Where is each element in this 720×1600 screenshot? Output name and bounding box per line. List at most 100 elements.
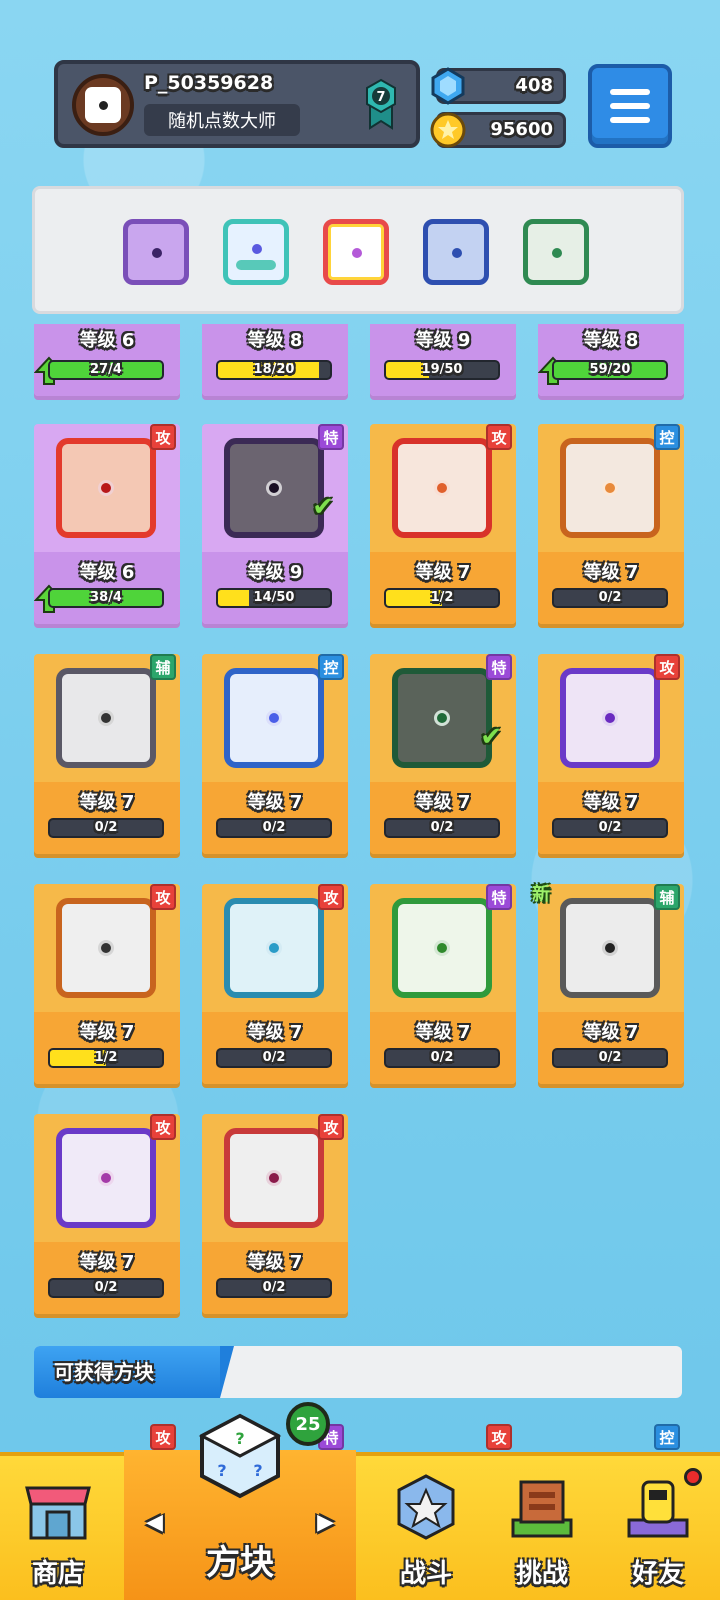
dice-card[interactable]: 等级 9 19/50 [370,324,516,396]
progress-bar: 1/2 [48,1048,164,1068]
card-level: 等级 6 [79,562,135,583]
nav-friends[interactable]: 好友 [600,1456,716,1600]
nav-shop[interactable]: 商店 [0,1456,116,1600]
card-level: 等级 6 [79,330,135,351]
dice-card[interactable]: 新 辅 等级 7 0/2 [532,884,684,1084]
dice-card[interactable]: 攻 等级 7 0/2 [202,884,348,1084]
progress-bar: 59/20 [552,360,668,380]
progress-bar: 0/2 [216,1048,332,1068]
card-level: 等级 7 [415,562,471,583]
progress-bar: 0/2 [216,1278,332,1298]
special-tag: 特 [318,424,344,450]
gem-count: 408 [515,75,553,96]
progress-bar: 18/20 [216,360,332,380]
dice-count-badge: 25 [286,1402,330,1446]
progress-bar: 27/4 [48,360,164,380]
card-level: 等级 7 [247,1022,303,1043]
sawblade-dice-art [224,1128,324,1228]
progress-bar: 0/2 [552,1048,668,1068]
card-level: 等级 7 [247,1252,303,1273]
whirlpool-dice-art [224,898,324,998]
menu-line-icon [610,117,650,123]
rank-ribbon-icon[interactable]: 7 [364,78,398,130]
coin-counter[interactable]: 95600 [430,112,566,148]
progress-bar: 0/2 [384,818,500,838]
card-level: 等级 7 [583,1022,639,1043]
support-tag: 辅 [150,654,176,680]
attack-tag: 攻 [486,1424,512,1450]
dice-card[interactable]: 攻 等级 6 38/4 [34,424,180,624]
avatar[interactable] [72,74,134,136]
nav-friends-label: 好友 [631,1559,684,1589]
dice-card[interactable]: 特 等级 7 0/2 [370,884,516,1084]
dice-card[interactable]: 攻 等级 7 0/2 [538,654,684,854]
card-level: 等级 7 [79,1022,135,1043]
dice-card[interactable]: 攻 等级 7 1/2 [34,884,180,1084]
menu-line-icon [610,103,650,109]
prev-arrow-icon[interactable]: ◀ [146,1510,163,1535]
menu-button[interactable] [588,64,672,148]
sand-dice-art [560,438,660,538]
player-title: 随机点数大师 [144,104,300,136]
nav-dice-label: 方块 [206,1543,274,1583]
notification-dot [684,1468,702,1486]
clock-dice-art [560,898,660,998]
nav-challenge-label: 挑战 [515,1559,568,1589]
obtainable-label: 可获得方块 [34,1346,234,1398]
dice-card[interactable]: 控 等级 7 0/2 [202,654,348,854]
next-arrow-icon[interactable]: ▶ [317,1510,334,1535]
nav-battle[interactable]: 战斗 [368,1456,484,1600]
dice-card[interactable]: 辅 等级 7 0/2 [34,654,180,854]
star-dice-art [56,1128,156,1228]
progress-bar: 38/4 [48,588,164,608]
special-tag: 特 [486,884,512,910]
deck-slot-rainbow-dice[interactable] [323,219,389,285]
card-level: 等级 8 [583,330,639,351]
control-tag: 控 [654,1424,680,1450]
svg-text:7: 7 [376,90,385,105]
nav-challenge[interactable]: 挑战 [484,1456,600,1600]
attack-tag: 攻 [318,1114,344,1140]
deck-slot-gear-dice[interactable] [423,219,489,285]
attack-tag: 攻 [486,424,512,450]
card-level: 等级 7 [79,792,135,813]
attack-tag: 攻 [150,424,176,450]
card-level: 等级 7 [583,792,639,813]
deck-slot-green-dragon-dice[interactable] [523,219,589,285]
mystery-dice-icon: ? ? ? [198,1413,282,1499]
progress-bar: 0/2 [216,818,332,838]
nav-shop-label: 商店 [31,1559,84,1589]
new-badge: 新 [532,884,550,905]
gem-counter[interactable]: 408 [431,67,566,105]
dice-card[interactable]: 控 等级 7 0/2 [538,424,684,624]
dice-card[interactable]: 等级 8 59/20 [538,324,684,396]
progress-bar: 19/50 [384,360,500,380]
card-level: 等级 7 [415,792,471,813]
dice-card[interactable]: 攻 等级 7 1/2 [370,424,516,624]
special-tag: 特 [486,654,512,680]
card-level: 等级 7 [583,562,639,583]
dice-card[interactable]: 特 ✔ 等级 7 0/2 [370,654,516,854]
nav-dice[interactable]: 25 ? ? ? ◀ ▶ 方块 [124,1402,356,1600]
progress-bar: 0/2 [552,818,668,838]
svg-text:?: ? [235,1429,244,1448]
dice-card[interactable]: 特 ✔ 等级 9 14/50 [202,424,348,624]
challenge-icon [511,1480,573,1538]
equipped-deck [32,186,684,314]
dice-card[interactable]: 攻 等级 7 0/2 [202,1114,348,1314]
deck-slot-hands-dice[interactable] [223,219,289,285]
progress-bar: 1/2 [384,588,500,608]
pentagram-dice-art [392,668,492,768]
coin-icon [430,112,466,148]
battle-icon [397,1474,455,1540]
cracked-dice-art [224,438,324,538]
profile-panel[interactable]: P_50359628 随机点数大师 7 [54,60,420,148]
dice-avatar-icon [85,87,121,123]
deck-slot-purple-dice[interactable] [123,219,189,285]
card-level: 等级 7 [247,792,303,813]
dice-card[interactable]: 攻 等级 7 0/2 [34,1114,180,1314]
dice-card[interactable]: 等级 8 18/20 [202,324,348,396]
dice-card[interactable]: 等级 6 27/4 [34,324,180,396]
attack-tag: 攻 [150,1424,176,1450]
obtainable-section-header: 可获得方块 [34,1346,682,1398]
